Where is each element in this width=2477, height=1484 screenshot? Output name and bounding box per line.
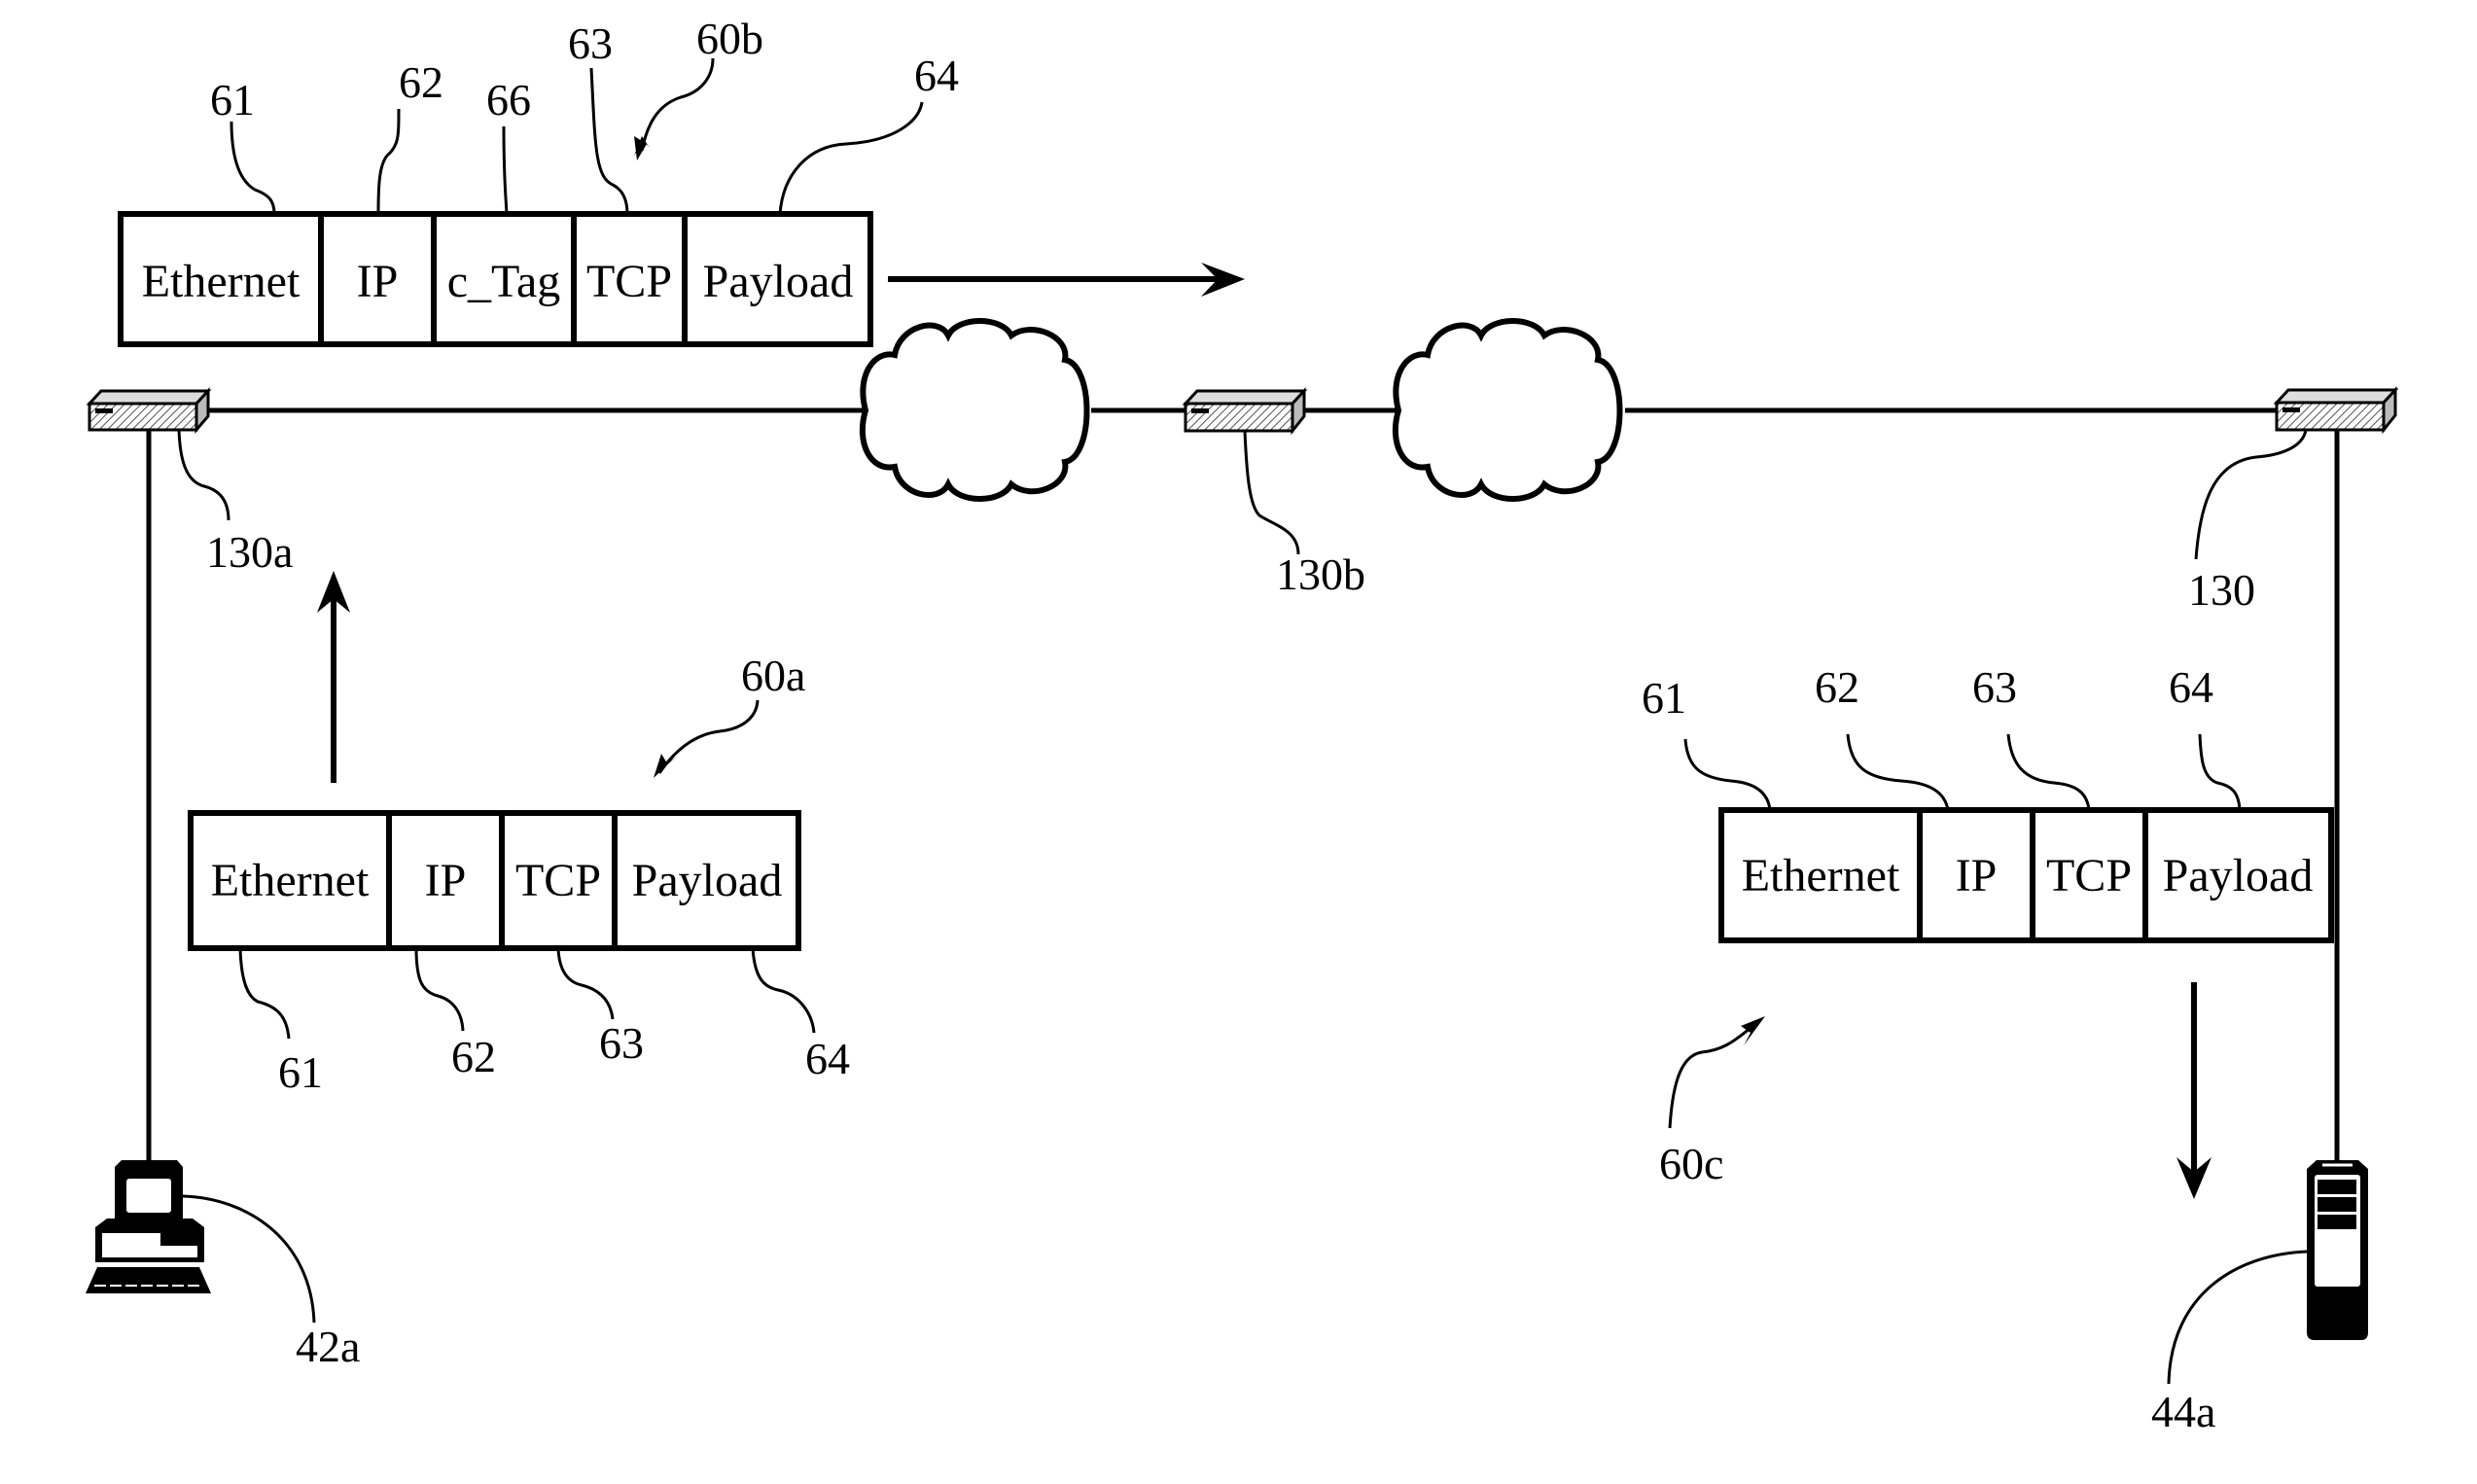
label-60b-63: 63 <box>568 18 613 68</box>
label-60c-61: 61 <box>1642 673 1686 723</box>
network-diagram: 130a 130b 130 42a 44a Ethernet IP c_Tag … <box>86 14 2399 1436</box>
leader-60a-62 <box>414 947 465 1032</box>
switch-130a-icon[interactable] <box>86 387 212 435</box>
packet-60b: Ethernet IP c_Tag TCP Payload <box>118 211 873 347</box>
packet-60c-field-ethernet: Ethernet <box>1742 850 1900 901</box>
arrow-up-icon <box>317 571 350 783</box>
label-130: 130 <box>2188 565 2255 615</box>
label-60a-63: 63 <box>599 1018 644 1068</box>
packet-60b-field-ctag: c_Tag <box>447 256 561 307</box>
packet-60c-field-tcp: TCP <box>2046 850 2132 901</box>
label-60c-62: 62 <box>1815 662 1859 712</box>
label-60a-61: 61 <box>278 1047 323 1097</box>
label-60b-66: 66 <box>486 75 531 124</box>
leader-130a <box>177 429 230 521</box>
server-icon[interactable] <box>2307 1160 2368 1340</box>
packet-60b-field-ethernet: Ethernet <box>142 256 301 307</box>
label-60b-61: 61 <box>210 75 255 124</box>
label-60a-62: 62 <box>451 1032 496 1081</box>
packet-60c: Ethernet IP TCP Payload <box>1718 807 2334 943</box>
leader-44a <box>2167 1250 2308 1385</box>
leader-60c-64 <box>2198 733 2242 811</box>
network-cloud-1 <box>859 318 1090 502</box>
packet-60a-field-payload: Payload <box>632 855 783 906</box>
label-130a: 130a <box>206 527 293 577</box>
packet-60c-field-ip: IP <box>1956 850 1998 901</box>
packet-60b-field-tcp: TCP <box>586 256 672 307</box>
packet-60a-field-ip: IP <box>425 855 467 906</box>
pointer-60a <box>654 699 760 778</box>
leader-60c-61 <box>1683 738 1772 811</box>
leader-130b <box>1243 430 1300 555</box>
switch-130b-icon[interactable] <box>1182 387 1308 436</box>
arrow-down-icon <box>2176 982 2212 1199</box>
leader-60b-66 <box>502 125 509 215</box>
label-60c-64: 64 <box>2169 662 2213 712</box>
label-60a-64: 64 <box>805 1034 850 1083</box>
label-60c: 60c <box>1659 1139 1723 1188</box>
leader-60b-61 <box>230 121 276 215</box>
switch-130-icon[interactable] <box>2273 386 2399 435</box>
network-cloud-2 <box>1392 318 1623 502</box>
packet-60a-field-ethernet: Ethernet <box>211 855 370 906</box>
label-60b: 60b <box>696 14 763 63</box>
leader-60b-64 <box>778 101 924 215</box>
leader-60a-61 <box>238 947 291 1040</box>
leader-60a-63 <box>556 947 615 1020</box>
label-60a: 60a <box>741 651 805 700</box>
leader-60b-63 <box>589 67 629 215</box>
label-60b-64: 64 <box>914 51 959 100</box>
label-130b: 130b <box>1276 549 1365 599</box>
packet-60a: Ethernet IP TCP Payload <box>188 810 801 951</box>
computer-icon[interactable] <box>86 1160 211 1293</box>
packet-60b-field-payload: Payload <box>703 256 854 307</box>
pointer-60b <box>634 57 715 160</box>
label-60b-62: 62 <box>399 57 443 107</box>
packet-60c-field-payload: Payload <box>2163 850 2314 901</box>
label-42a: 42a <box>296 1322 360 1371</box>
pointer-60c <box>1668 1016 1765 1129</box>
leader-130 <box>2194 429 2308 560</box>
packet-60a-field-tcp: TCP <box>515 855 601 906</box>
label-60c-63: 63 <box>1972 662 2017 712</box>
packet-60b-field-ip: IP <box>357 256 399 307</box>
leader-60c-62 <box>1846 733 1950 811</box>
leader-60c-63 <box>2006 733 2091 811</box>
label-44a: 44a <box>2151 1387 2215 1436</box>
leader-60a-64 <box>751 947 816 1034</box>
arrow-right-icon <box>888 263 1245 297</box>
leader-60b-62 <box>376 108 401 215</box>
